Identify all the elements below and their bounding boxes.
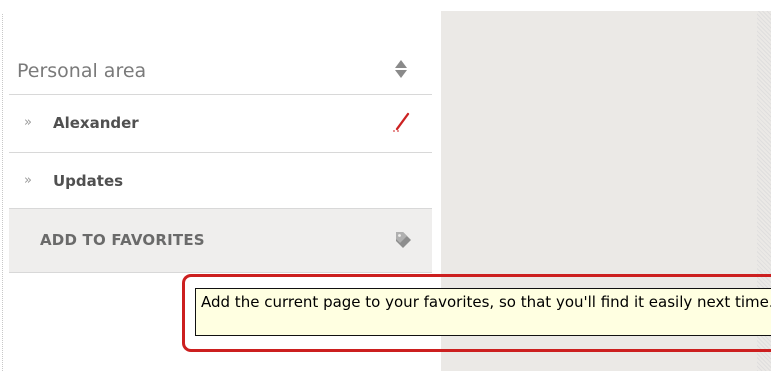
personal-area-title: Personal area <box>17 60 147 82</box>
sort-up-arrow-icon <box>395 60 407 68</box>
sidebar-item-updates[interactable]: » Updates <box>9 153 432 209</box>
personal-area-header[interactable]: Personal area <box>9 45 432 95</box>
tooltip-highlight: Add the current page to your favorites, … <box>182 274 771 352</box>
sort-down-arrow-icon <box>395 70 407 78</box>
sidebar-item-alexander[interactable]: » Alexander <box>9 95 432 153</box>
left-dotted-divider <box>2 14 3 371</box>
pencil-icon[interactable] <box>390 111 412 133</box>
double-chevron-icon: » <box>24 173 32 188</box>
sidebar-item-label: Alexander <box>53 114 139 132</box>
sidebar-item-label: Updates <box>53 172 124 190</box>
add-to-favorites-button[interactable]: ADD TO FAVORITES <box>9 209 432 273</box>
bookmark-icon <box>392 229 414 251</box>
sort-icon[interactable] <box>394 58 408 80</box>
tooltip-text: Add the current page to your favorites, … <box>201 293 771 311</box>
double-chevron-icon: » <box>24 115 32 130</box>
tooltip: Add the current page to your favorites, … <box>195 288 771 336</box>
add-to-favorites-label: ADD TO FAVORITES <box>40 231 205 249</box>
